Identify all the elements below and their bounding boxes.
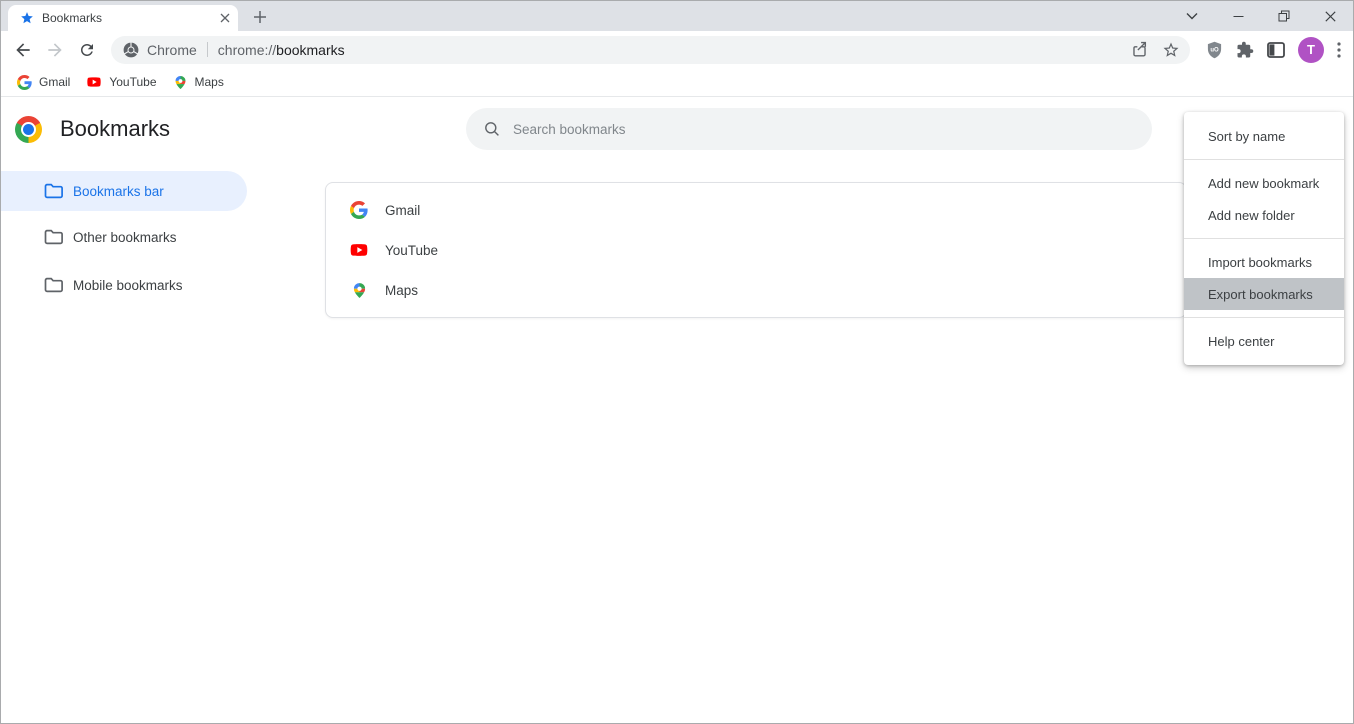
toolbar-extensions-area: uO T — [1196, 37, 1345, 63]
bookmarks-bar: Gmail YouTube Maps — [1, 68, 1353, 97]
svg-text:uO: uO — [1210, 47, 1219, 53]
bookmark-label: Gmail — [39, 75, 70, 89]
chrome-logo-icon — [15, 116, 42, 143]
restore-button[interactable] — [1261, 1, 1307, 31]
page-title: Bookmarks — [60, 116, 170, 142]
menu-item-import-bookmarks[interactable]: Import bookmarks — [1184, 246, 1344, 278]
bookmark-label: YouTube — [109, 75, 156, 89]
bookmarks-bar-item-youtube[interactable]: YouTube — [78, 70, 164, 94]
bookmark-row-youtube[interactable]: YouTube — [326, 230, 1186, 270]
menu-item-help-center[interactable]: Help center — [1184, 325, 1344, 357]
tab-favicon-star-icon — [20, 11, 34, 25]
search-input[interactable] — [513, 122, 1134, 137]
bookmark-manager-page: Bookmarks Bookmarks bar Other bookmarks … — [1, 97, 1353, 723]
folder-icon — [43, 275, 63, 295]
url-scheme: chrome:// — [218, 42, 276, 58]
browser-menu-button[interactable] — [1337, 42, 1341, 58]
google-maps-icon — [349, 282, 369, 299]
chrome-mono-icon — [123, 42, 139, 58]
omnibox-separator — [207, 42, 208, 57]
bookmark-row-label: Maps — [385, 283, 418, 298]
back-arrow-icon — [13, 40, 33, 60]
minimize-icon — [1233, 11, 1244, 22]
search-icon — [484, 121, 500, 137]
kebab-menu-icon — [1337, 42, 1341, 58]
chevron-down-icon — [1186, 12, 1198, 20]
back-button[interactable] — [9, 36, 37, 64]
close-icon — [220, 13, 230, 23]
sidebar-item-other-bookmarks[interactable]: Other bookmarks — [1, 217, 247, 257]
ublock-shield-button[interactable]: uO — [1206, 41, 1223, 59]
bookmarks-bar-item-maps[interactable]: Maps — [165, 70, 232, 94]
reload-button[interactable] — [73, 36, 101, 64]
browser-window: Bookmarks — [0, 0, 1354, 724]
google-maps-icon — [173, 75, 188, 90]
sidebar-item-label: Other bookmarks — [73, 230, 177, 245]
shield-icon: uO — [1206, 41, 1223, 59]
chrome-logo-center — [23, 124, 34, 135]
sidebar-item-bookmarks-bar[interactable]: Bookmarks bar — [1, 171, 247, 211]
tab-title: Bookmarks — [42, 11, 220, 25]
youtube-icon — [349, 240, 369, 260]
forward-button[interactable] — [41, 36, 69, 64]
search-box[interactable] — [466, 108, 1152, 150]
folder-icon — [43, 227, 63, 247]
restore-icon — [1278, 10, 1290, 22]
address-bar[interactable]: Chrome chrome://bookmarks — [111, 36, 1190, 64]
extensions-button[interactable] — [1236, 41, 1254, 59]
tab-strip: Bookmarks — [1, 1, 1353, 31]
omnibox-actions — [1131, 41, 1180, 59]
bookmark-row-maps[interactable]: Maps — [326, 270, 1186, 310]
tab-close-button[interactable] — [220, 13, 230, 23]
menu-divider — [1184, 238, 1344, 239]
plus-icon — [253, 10, 267, 24]
star-outline-icon — [1162, 41, 1180, 59]
folder-icon — [43, 181, 63, 201]
window-controls — [1169, 1, 1353, 31]
new-tab-button[interactable] — [249, 6, 271, 28]
bookmark-list-card: Gmail YouTube Maps — [325, 182, 1187, 318]
profile-avatar[interactable]: T — [1298, 37, 1324, 63]
bookmark-row-gmail[interactable]: Gmail — [326, 190, 1186, 230]
side-panel-icon — [1267, 42, 1285, 58]
sidebar-item-label: Bookmarks bar — [73, 184, 164, 199]
bookmark-row-label: YouTube — [385, 243, 438, 258]
menu-item-add-new-bookmark[interactable]: Add new bookmark — [1184, 167, 1344, 199]
chrome-logo-ring — [21, 122, 36, 137]
close-window-button[interactable] — [1307, 1, 1353, 31]
youtube-icon — [86, 74, 102, 90]
forward-arrow-icon — [45, 40, 65, 60]
bookmark-star-button[interactable] — [1162, 41, 1180, 59]
url-text: chrome://bookmarks — [218, 42, 345, 58]
sidebar-item-mobile-bookmarks[interactable]: Mobile bookmarks — [1, 265, 247, 305]
share-icon — [1131, 41, 1148, 58]
menu-divider — [1184, 159, 1344, 160]
bookmarks-bar-item-gmail[interactable]: Gmail — [9, 70, 78, 94]
sidebar-item-label: Mobile bookmarks — [73, 278, 183, 293]
google-g-icon — [17, 75, 32, 90]
toolbar: Chrome chrome://bookmarks uO T — [1, 31, 1353, 68]
tab-bookmarks[interactable]: Bookmarks — [8, 5, 238, 31]
close-icon — [1325, 11, 1336, 22]
reload-icon — [78, 41, 96, 59]
engine-label: Chrome — [147, 42, 197, 58]
puzzle-icon — [1236, 41, 1254, 59]
bookmark-row-label: Gmail — [385, 203, 420, 218]
share-button[interactable] — [1131, 41, 1148, 58]
google-g-icon — [349, 201, 369, 219]
organize-dropdown-menu: Sort by name Add new bookmark Add new fo… — [1184, 112, 1344, 365]
side-panel-button[interactable] — [1267, 42, 1285, 58]
url-host: bookmarks — [276, 42, 344, 58]
minimize-button[interactable] — [1215, 1, 1261, 31]
menu-item-sort-by-name[interactable]: Sort by name — [1184, 120, 1344, 152]
menu-item-export-bookmarks[interactable]: Export bookmarks — [1184, 278, 1344, 310]
tab-search-button[interactable] — [1169, 1, 1215, 31]
menu-divider — [1184, 317, 1344, 318]
avatar-letter: T — [1307, 42, 1315, 57]
menu-item-add-new-folder[interactable]: Add new folder — [1184, 199, 1344, 231]
bookmark-label: Maps — [195, 75, 224, 89]
